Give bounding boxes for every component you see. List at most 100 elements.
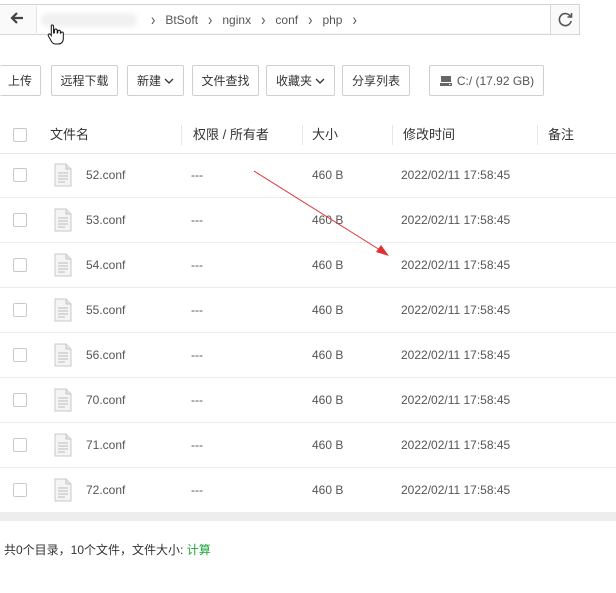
share-list-label: 分享列表 [351, 74, 400, 88]
select-all-checkbox[interactable] [13, 128, 27, 142]
table-row[interactable]: 72.conf --- 460 B 2022/02/11 17:58:45 [0, 468, 616, 513]
disk-button[interactable]: C:/ (17.92 GB) [429, 65, 544, 96]
file-name[interactable]: 52.conf [86, 153, 125, 198]
file-icon [54, 388, 72, 412]
file-size: 460 B [312, 213, 344, 227]
file-name[interactable]: 70.conf [86, 378, 125, 423]
new-button[interactable]: 新建 [127, 65, 184, 96]
file-icon [54, 163, 72, 187]
column-divider [302, 125, 303, 145]
upload-button[interactable]: 上传 [0, 65, 41, 96]
favorites-button[interactable]: 收藏夹 [266, 65, 335, 96]
column-header-name[interactable]: 文件名 [50, 117, 89, 153]
table-row[interactable]: 71.conf --- 460 B 2022/02/11 17:58:45 [0, 423, 616, 468]
table-row[interactable]: 53.conf --- 460 B 2022/02/11 17:58:45 [0, 198, 616, 243]
row-checkbox[interactable] [13, 438, 27, 452]
file-name[interactable]: 55.conf [86, 288, 125, 333]
breadcrumb-separator-icon: › [308, 10, 313, 29]
file-name[interactable]: 53.conf [86, 198, 125, 243]
file-icon [54, 208, 72, 232]
favorites-label: 收藏夹 [275, 74, 312, 88]
column-header-permission[interactable]: 权限 / 所有者 [193, 117, 269, 153]
breadcrumb-separator-icon: › [352, 10, 357, 29]
back-arrow-icon[interactable] [6, 11, 28, 29]
file-permission: --- [191, 393, 203, 407]
file-permission: --- [191, 168, 203, 182]
file-mtime: 2022/02/11 17:58:45 [401, 393, 511, 407]
file-icon [54, 478, 72, 502]
file-size: 460 B [312, 258, 344, 272]
file-mtime: 2022/02/11 17:58:45 [401, 258, 511, 272]
file-name[interactable]: 54.conf [86, 243, 125, 288]
row-checkbox[interactable] [13, 483, 27, 497]
table-row[interactable]: 56.conf --- 460 B 2022/02/11 17:58:45 [0, 333, 616, 378]
breadcrumb-item-php[interactable]: php [322, 13, 342, 27]
file-search-button[interactable]: 文件查找 [192, 65, 259, 96]
file-size: 460 B [312, 483, 344, 497]
file-permission: --- [191, 258, 203, 272]
table-row[interactable]: 52.conf --- 460 B 2022/02/11 17:58:45 [0, 153, 616, 198]
refresh-button[interactable] [550, 5, 579, 34]
disk-label: C:/ (17.92 GB) [456, 73, 535, 88]
breadcrumb-separator-icon: › [208, 10, 213, 29]
file-mtime: 2022/02/11 17:58:45 [401, 168, 511, 182]
chevron-down-icon [164, 78, 174, 84]
file-permission: --- [191, 483, 203, 497]
remote-download-button[interactable]: 远程下载 [51, 65, 118, 96]
breadcrumb-item-conf[interactable]: conf [275, 13, 298, 27]
breadcrumb-item-nginx[interactable]: nginx [222, 13, 251, 27]
row-checkbox[interactable] [13, 168, 27, 182]
row-checkbox[interactable] [13, 258, 27, 272]
file-permission: --- [191, 438, 203, 452]
file-mtime: 2022/02/11 17:58:45 [401, 213, 511, 227]
file-name[interactable]: 71.conf [86, 423, 125, 468]
row-checkbox[interactable] [13, 393, 27, 407]
address-bar: › BtSoft › nginx › conf › php › [0, 4, 580, 35]
breadcrumb-separator-icon: › [151, 10, 156, 29]
file-table-body: 52.conf --- 460 B 2022/02/11 17:58:45 53… [0, 153, 616, 513]
table-row[interactable]: 55.conf --- 460 B 2022/02/11 17:58:45 [0, 288, 616, 333]
table-row[interactable]: 70.conf --- 460 B 2022/02/11 17:58:45 [0, 378, 616, 423]
toolbar: 上传 远程下载 新建 文件查找 收藏夹 分享列表 C:/ (17.92 GB) [0, 65, 616, 97]
upload-label: 上传 [7, 74, 32, 88]
summary-text: 共0个目录，10个文件，文件大小: [4, 543, 184, 557]
remote-download-label: 远程下载 [60, 74, 109, 88]
file-name[interactable]: 72.conf [86, 468, 125, 513]
row-checkbox[interactable] [13, 213, 27, 227]
breadcrumb: › BtSoft › nginx › conf › php › [36, 6, 550, 33]
column-header-remark[interactable]: 备注 [548, 117, 574, 153]
file-size: 460 B [312, 438, 344, 452]
file-icon [54, 343, 72, 367]
hard-drive-icon [439, 75, 452, 86]
share-list-button[interactable]: 分享列表 [342, 65, 410, 96]
row-checkbox[interactable] [13, 303, 27, 317]
file-permission: --- [191, 348, 203, 362]
hand-cursor-icon [47, 24, 64, 45]
file-permission: --- [191, 213, 203, 227]
file-size: 460 B [312, 348, 344, 362]
file-size: 460 B [312, 393, 344, 407]
refresh-icon [558, 12, 573, 27]
breadcrumb-separator-icon: › [261, 10, 266, 29]
file-permission: --- [191, 303, 203, 317]
column-divider [181, 125, 182, 145]
file-icon [54, 433, 72, 457]
file-name[interactable]: 56.conf [86, 333, 125, 378]
column-header-mtime[interactable]: 修改时间 [403, 117, 455, 153]
breadcrumb-item-btsoft[interactable]: BtSoft [165, 13, 198, 27]
file-icon [54, 253, 72, 277]
status-summary: 共0个目录，10个文件，文件大小: 计算 [4, 541, 211, 558]
chevron-down-icon [315, 78, 325, 84]
file-size: 460 B [312, 303, 344, 317]
column-header-size[interactable]: 大小 [312, 117, 338, 153]
file-mtime: 2022/02/11 17:58:45 [401, 483, 511, 497]
row-checkbox[interactable] [13, 348, 27, 362]
table-row[interactable]: 54.conf --- 460 B 2022/02/11 17:58:45 [0, 243, 616, 288]
file-mtime: 2022/02/11 17:58:45 [401, 438, 511, 452]
file-table-header: 文件名 权限 / 所有者 大小 修改时间 备注 [0, 117, 616, 154]
file-icon [54, 298, 72, 322]
new-label: 新建 [136, 74, 161, 88]
calculate-size-link[interactable]: 计算 [187, 543, 211, 557]
horizontal-scrollbar[interactable] [0, 513, 616, 521]
file-size: 460 B [312, 168, 344, 182]
